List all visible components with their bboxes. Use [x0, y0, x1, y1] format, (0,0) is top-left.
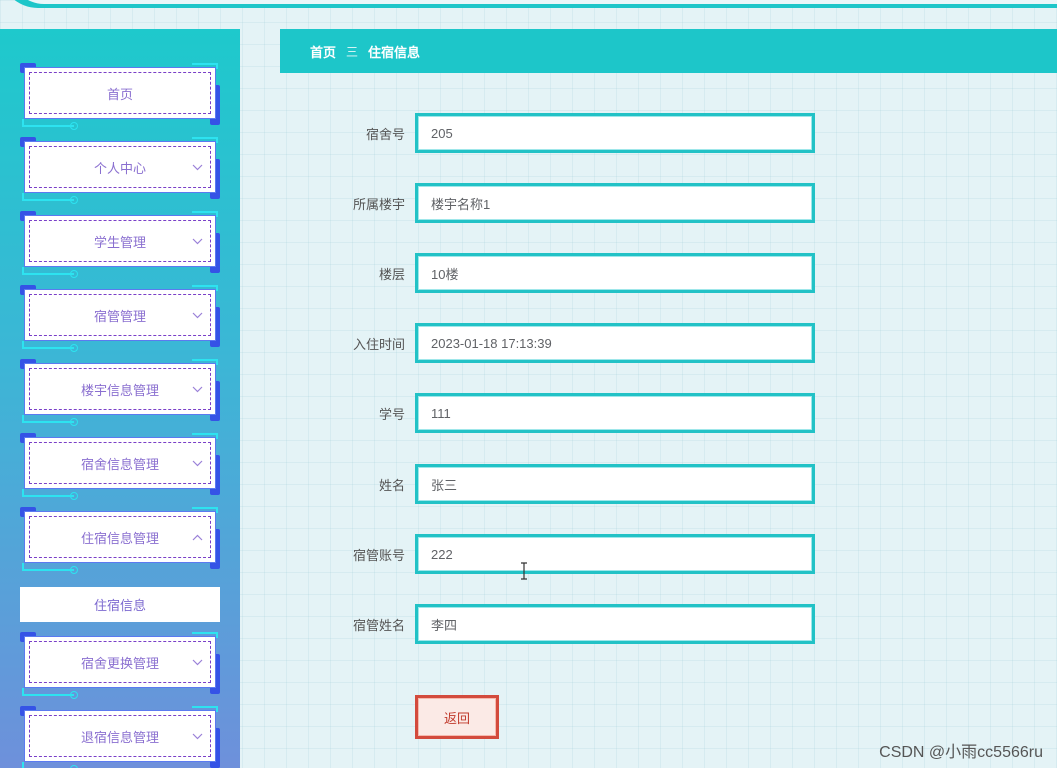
chevron-down-icon: [191, 161, 203, 173]
sidebar-item-building-info-management[interactable]: 楼宇信息管理: [20, 359, 220, 426]
top-header-inner: [10, 0, 1057, 4]
breadcrumb-current: 住宿信息: [368, 44, 421, 60]
sidebar-item-dorm-manager-management[interactable]: 宿管管理: [20, 285, 220, 352]
sidebar: 首页 个人中心 学生管理 宿管管理 楼宇信息管理 宿舍信息管理 住宿信息管理 宿…: [0, 29, 240, 768]
chevron-down-icon: [191, 309, 203, 321]
chevron-down-icon: [191, 383, 203, 395]
sidebar-item-label: 宿舍信息管理: [80, 456, 159, 472]
student-id-field[interactable]: 111: [415, 393, 815, 433]
chevron-down-icon: [191, 235, 203, 247]
sidebar-item-label: 住宿信息管理: [80, 530, 159, 546]
floor-field[interactable]: 10楼: [415, 253, 815, 293]
chevron-up-icon: [191, 531, 203, 543]
form-row-floor: 楼层 10楼: [330, 253, 830, 293]
form-row-manager-name: 宿管姓名 李四: [330, 604, 830, 644]
sidebar-item-label: 宿舍更换管理: [80, 655, 159, 671]
watermark: CSDN @小雨cc5566ru: [879, 744, 1043, 761]
sidebar-item-label: 首页: [106, 86, 133, 102]
sidebar-item-label: 个人中心: [93, 160, 146, 176]
sidebar-item-dorm-info-management[interactable]: 宿舍信息管理: [20, 433, 220, 500]
sidebar-item-accommodation-info-management[interactable]: 住宿信息管理: [20, 507, 220, 574]
sidebar-item-student-management[interactable]: 学生管理: [20, 211, 220, 278]
form-row-student-id: 学号 111: [330, 393, 830, 433]
checkin-time-field[interactable]: 2023-01-18 17:13:39: [415, 323, 815, 363]
chevron-down-icon: [191, 457, 203, 469]
form-row-manager-account: 宿管账号 222: [330, 534, 830, 574]
text-cursor-icon: [519, 562, 529, 580]
chevron-down-icon: [191, 730, 203, 742]
field-label: 宿管姓名: [352, 617, 405, 633]
form-row-dorm-number: 宿舍号 205: [330, 113, 830, 153]
form-row-name: 姓名 张三: [330, 464, 830, 504]
sidebar-item-checkout-info-management[interactable]: 退宿信息管理: [20, 706, 220, 768]
name-field[interactable]: 张三: [415, 464, 815, 504]
field-label: 学号: [378, 406, 405, 422]
back-button[interactable]: 返回: [415, 695, 499, 739]
sidebar-item-label: 宿管管理: [93, 308, 146, 324]
field-label: 宿管账号: [352, 547, 405, 563]
breadcrumb: 首页 三 住宿信息: [280, 29, 1057, 73]
sidebar-item-label: 学生管理: [93, 234, 146, 250]
manager-name-field[interactable]: 李四: [415, 604, 815, 644]
sidebar-item-dorm-change-management[interactable]: 宿舍更换管理: [20, 632, 220, 699]
sidebar-item-label: 退宿信息管理: [80, 729, 159, 745]
manager-account-field[interactable]: 222: [415, 534, 815, 574]
form-row-checkin-time: 入住时间 2023-01-18 17:13:39: [330, 323, 830, 363]
sidebar-subitem-accommodation-info[interactable]: 住宿信息: [20, 587, 220, 622]
breadcrumb-home[interactable]: 首页: [310, 42, 336, 61]
breadcrumb-separator: 三: [346, 44, 359, 59]
building-field[interactable]: 楼宇名称1: [415, 183, 815, 223]
form-row-building: 所属楼宇 楼宇名称1: [330, 183, 830, 223]
sidebar-item-personal-center[interactable]: 个人中心: [20, 137, 220, 204]
field-label: 所属楼宇: [352, 196, 405, 212]
field-label: 宿舍号: [365, 126, 405, 142]
chevron-down-icon: [191, 656, 203, 668]
field-label: 楼层: [378, 266, 405, 282]
field-label: 入住时间: [352, 336, 405, 352]
dorm-number-field[interactable]: 205: [415, 113, 815, 153]
field-label: 姓名: [378, 477, 405, 493]
sidebar-item-home[interactable]: 首页: [20, 63, 220, 130]
sidebar-item-label: 楼宇信息管理: [80, 382, 159, 398]
